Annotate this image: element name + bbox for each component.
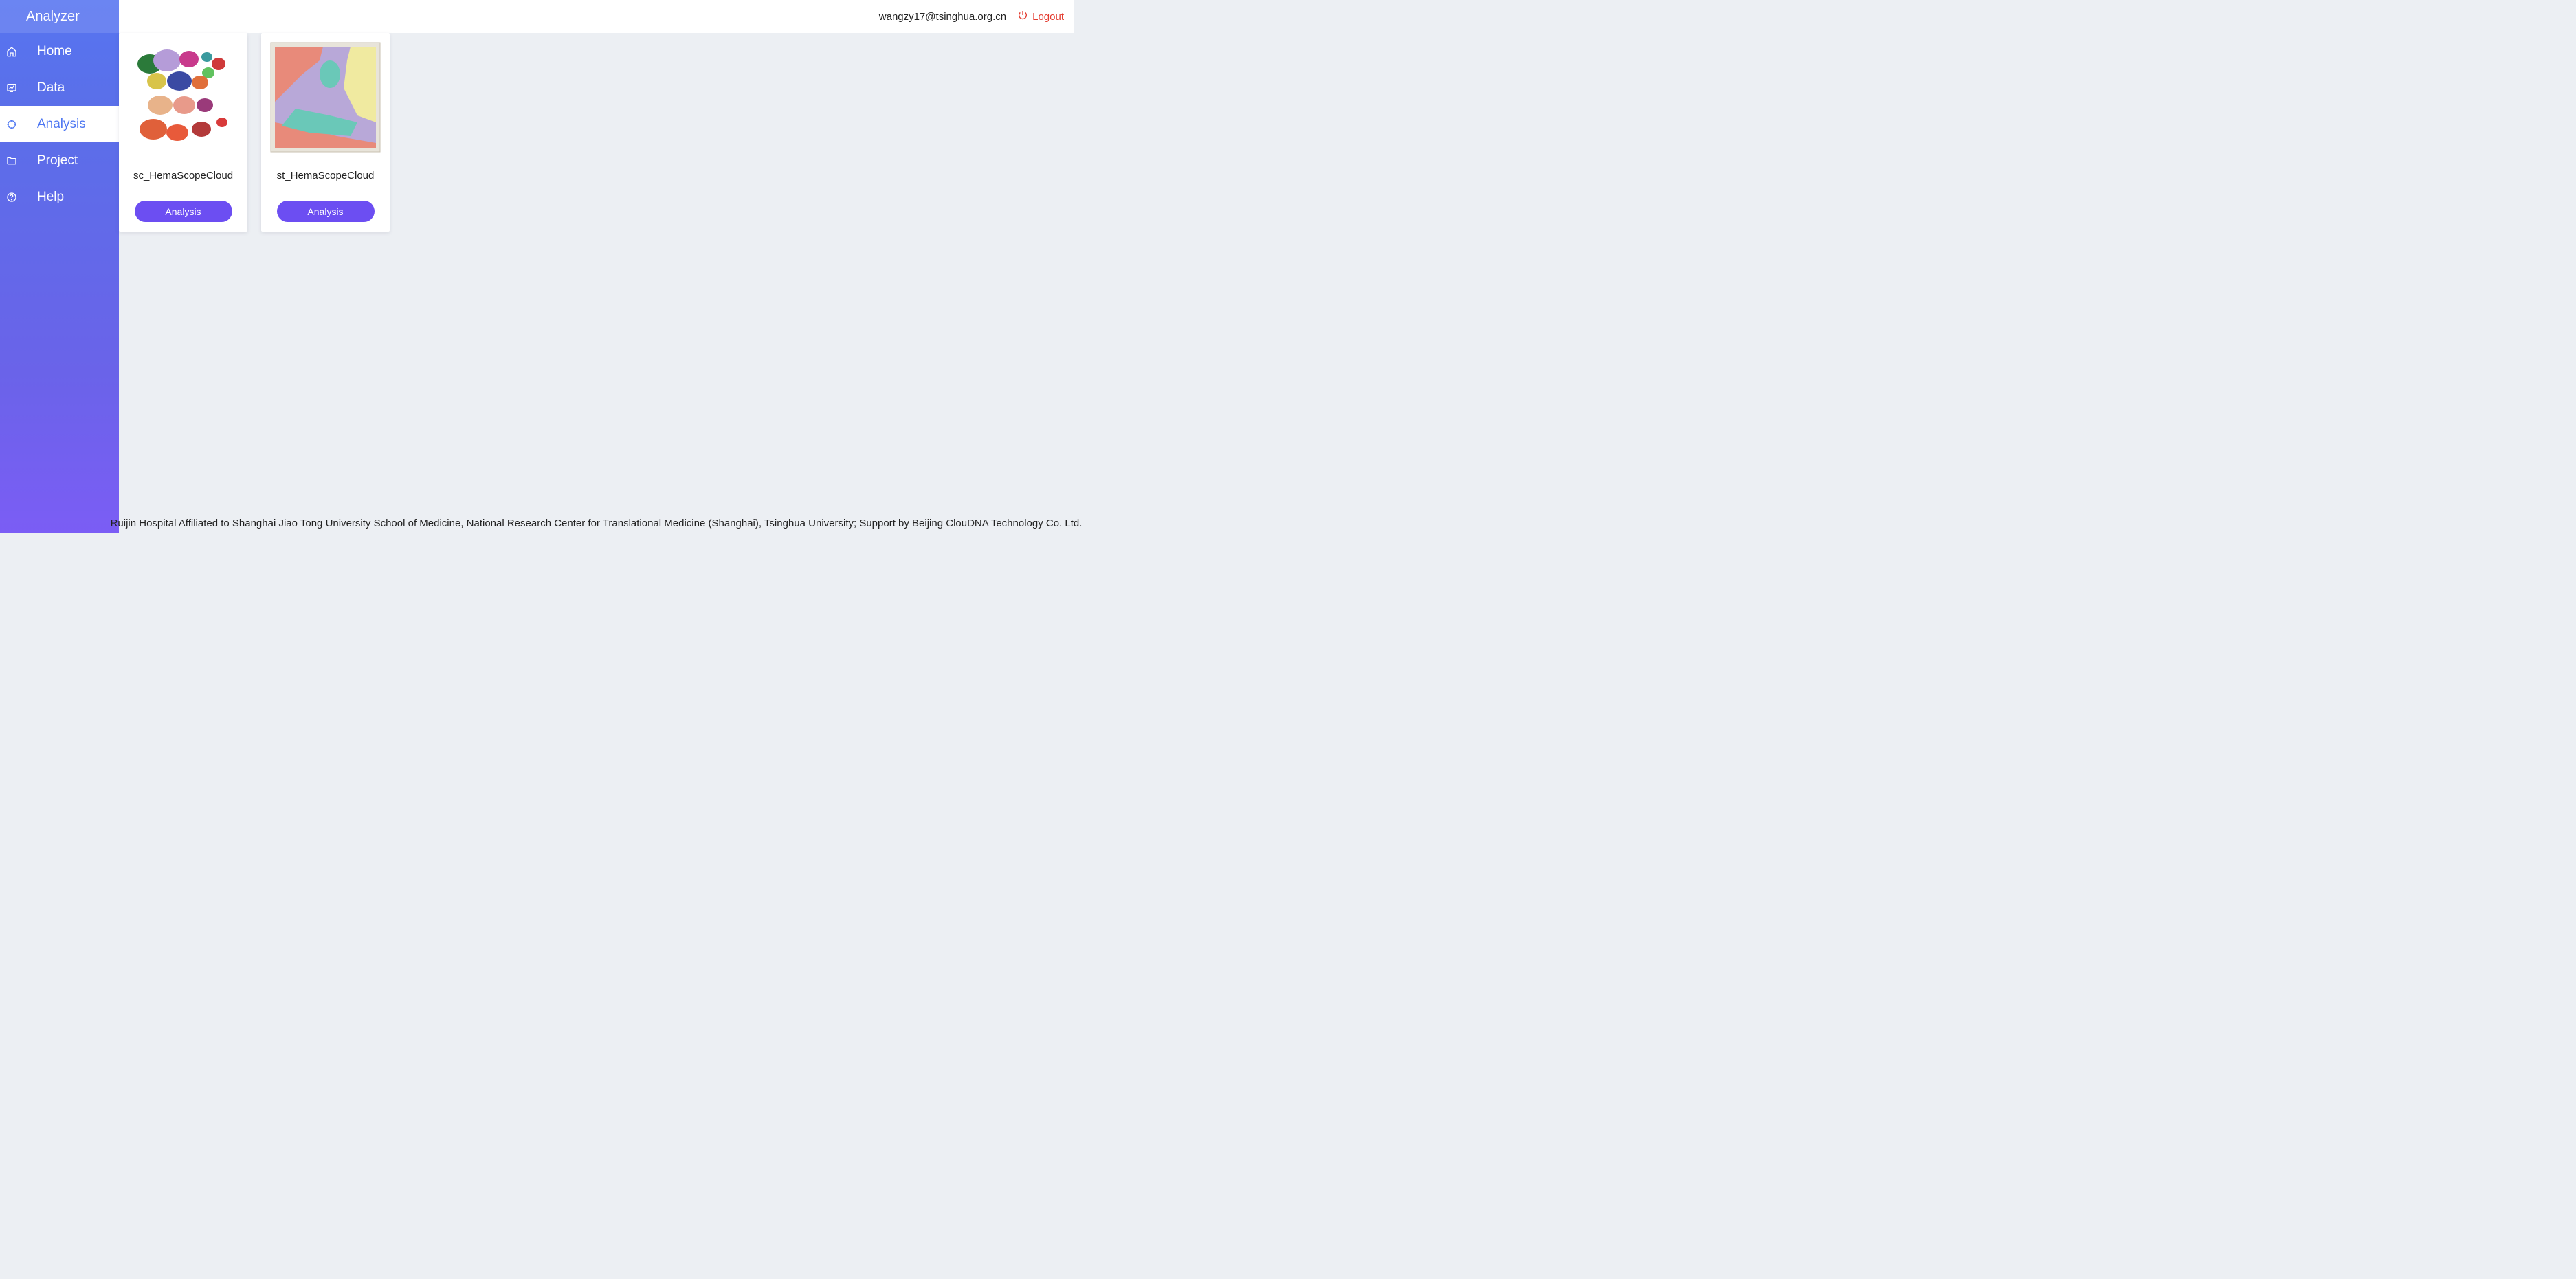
- analysis-button[interactable]: Analysis: [135, 201, 232, 222]
- footer: Ruijin Hospital Affiliated to Shanghai J…: [119, 513, 1074, 533]
- sidebar-nav: Home Data Analysis Project Help: [0, 33, 119, 215]
- sidebar-item-project[interactable]: Project: [0, 142, 119, 179]
- sidebar-item-label: Data: [37, 80, 65, 96]
- logout-button[interactable]: Logout: [1017, 10, 1064, 23]
- analysis-button[interactable]: Analysis: [277, 201, 375, 222]
- sidebar: Analyzer Home Data Analysis Project: [0, 0, 119, 533]
- user-email: wangzy17@tsinghua.org.cn: [879, 11, 1006, 23]
- sidebar-item-home[interactable]: Home: [0, 33, 119, 69]
- analysis-card-list: sc_HemaScopeCloud Analysis st_HemaScopeC…: [119, 33, 1074, 232]
- question-icon: [5, 191, 18, 203]
- sidebar-item-analysis[interactable]: Analysis: [0, 106, 119, 142]
- home-icon: [5, 45, 18, 58]
- sidebar-item-data[interactable]: Data: [0, 69, 119, 106]
- topbar: wangzy17@tsinghua.org.cn Logout: [119, 0, 1074, 33]
- logout-label: Logout: [1032, 11, 1064, 23]
- sidebar-item-label: Project: [37, 153, 78, 168]
- card-thumbnail: [268, 40, 383, 155]
- card-title: sc_HemaScopeCloud: [133, 170, 233, 181]
- folder-icon: [5, 155, 18, 167]
- brand-label: Analyzer: [26, 9, 80, 25]
- sidebar-item-label: Home: [37, 44, 72, 59]
- sidebar-item-help[interactable]: Help: [0, 179, 119, 215]
- main-content: sc_HemaScopeCloud Analysis st_HemaScopeC…: [119, 33, 1074, 533]
- target-icon: [5, 118, 18, 131]
- analysis-card-st: st_HemaScopeCloud Analysis: [261, 33, 390, 232]
- app-brand: Analyzer: [0, 0, 119, 33]
- analysis-card-sc: sc_HemaScopeCloud Analysis: [119, 33, 247, 232]
- card-thumbnail: [126, 40, 241, 155]
- card-title: st_HemaScopeCloud: [277, 170, 375, 181]
- sidebar-item-label: Help: [37, 190, 64, 205]
- chart-icon: [5, 82, 18, 94]
- sidebar-item-label: Analysis: [37, 117, 86, 132]
- power-icon: [1017, 10, 1028, 23]
- footer-text: Ruijin Hospital Affiliated to Shanghai J…: [111, 518, 1082, 529]
